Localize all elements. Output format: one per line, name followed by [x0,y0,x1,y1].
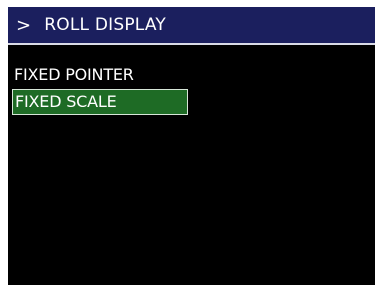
display-screen: > ROLL DISPLAY FIXED POINTER FIXED SCALE [8,7,375,285]
roll-display-menu: FIXED POINTER FIXED SCALE [12,62,375,115]
chevron-right-icon: > [16,14,32,36]
menu-header: > ROLL DISPLAY [8,7,375,45]
menu-item-fixed-scale[interactable]: FIXED SCALE [12,89,188,115]
menu-item-fixed-pointer[interactable]: FIXED POINTER [12,62,375,88]
menu-title: ROLL DISPLAY [44,15,166,35]
